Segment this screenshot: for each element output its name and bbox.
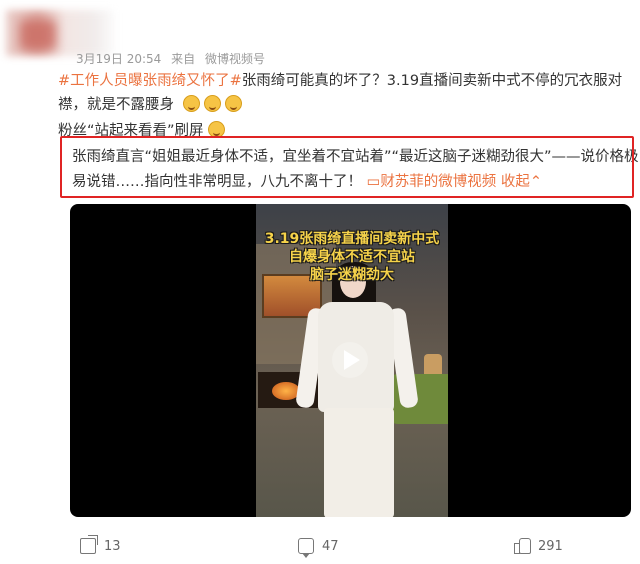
post-source[interactable]: 微博视频号 <box>205 52 265 66</box>
post-text-line-1: #工作人员曝张雨绮又怀了#张雨绮可能真的坏了？3.19直播间卖新中式不停的冗衣服… <box>58 70 634 93</box>
comment-icon <box>298 538 314 558</box>
video-player[interactable]: 3.19张雨绮直播间卖新中式 自爆身体不适不宜站 脑子迷糊劲大 <box>70 204 631 517</box>
post-meta: 3月19日 20:54 来自 微博视频号 <box>76 50 271 67</box>
post-text-line-2: 襟，就是不露腰身 <box>58 94 634 117</box>
video-caption-line: 脑子迷糊劲大 <box>310 267 394 283</box>
post-date[interactable]: 3月19日 20:54 <box>76 52 161 66</box>
like-icon <box>514 538 531 554</box>
emoji-icon <box>203 95 221 112</box>
video-caption-line: 3.19张雨绮直播间卖新中式 <box>264 231 440 247</box>
share-icon <box>80 535 98 554</box>
play-icon[interactable] <box>332 342 368 378</box>
person-skirt <box>324 408 394 517</box>
source-prefix: 来自 <box>171 52 196 66</box>
comment-button[interactable]: 47 <box>298 538 339 558</box>
emoji-icon <box>224 95 242 112</box>
highlight-annotation-box <box>60 136 634 198</box>
action-bar: 13 47 291 <box>0 535 640 560</box>
share-count: 13 <box>104 538 121 554</box>
emoji-icon <box>182 95 200 112</box>
post-text: 张雨绮可能真的坏了？3.19直播间卖新中式不停的冗衣服对 <box>241 73 623 89</box>
topic-link[interactable]: #工作人员曝张雨绮又怀了# <box>58 73 242 89</box>
post-text: 襟，就是不露腰身 <box>58 97 174 113</box>
comment-count: 47 <box>322 538 339 554</box>
like-button[interactable]: 291 <box>514 538 563 554</box>
avatar[interactable] <box>20 20 56 50</box>
like-count: 291 <box>538 538 563 554</box>
share-button[interactable]: 13 <box>80 535 121 554</box>
video-caption-line: 自爆身体不适不宜站 <box>289 249 415 265</box>
